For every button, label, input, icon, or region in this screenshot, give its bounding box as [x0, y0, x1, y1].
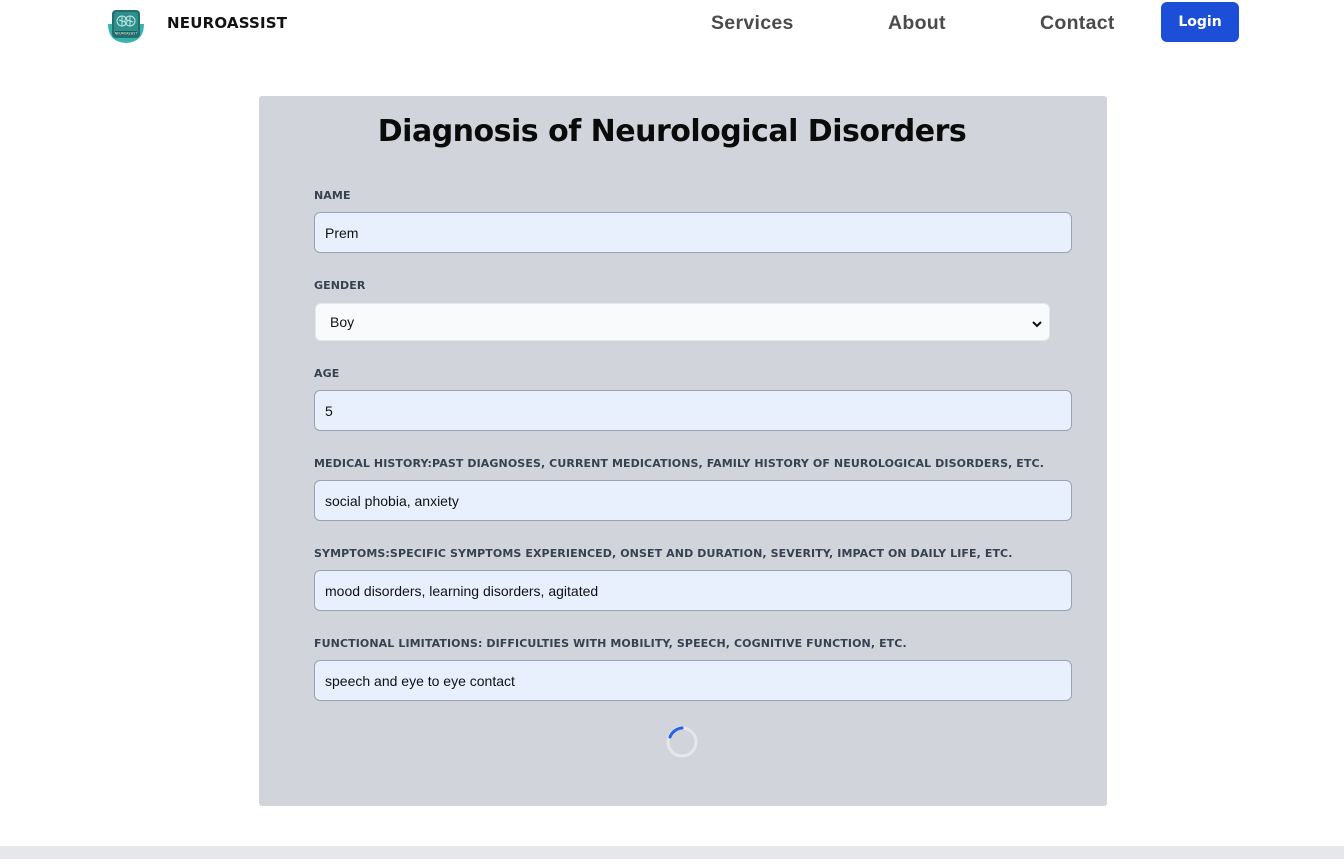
name-input[interactable] — [314, 212, 1072, 253]
form-title: Diagnosis of Neurological Disorders — [377, 114, 967, 149]
gender-selected-value: Boy — [330, 314, 355, 330]
navbar: NEUROASSIST NEUROASSIST Services About C… — [0, 0, 1344, 50]
symptoms-label: SYMPTOMS:SPECIFIC SYMPTOMS EXPERIENCED, … — [314, 547, 1013, 560]
functional-limitations-label: FUNCTIONAL LIMITATIONS: DIFFICULTIES WIT… — [314, 637, 907, 650]
symptoms-input[interactable] — [314, 570, 1072, 611]
login-button[interactable]: Login — [1161, 2, 1239, 42]
logo-text: NEUROASSIST — [115, 31, 138, 35]
footer-strip — [0, 846, 1344, 859]
functional-limitations-input[interactable] — [314, 660, 1072, 701]
spinner-icon — [666, 726, 698, 758]
nav-link-contact[interactable]: Contact — [1040, 12, 1115, 35]
gender-label: GENDER — [314, 279, 366, 292]
chevron-down-icon — [1031, 317, 1043, 329]
medical-history-label: MEDICAL HISTORY:PAST DIAGNOSES, CURRENT … — [314, 457, 1044, 470]
name-label: NAME — [314, 189, 351, 202]
age-label: AGE — [314, 367, 340, 380]
nav-link-services[interactable]: Services — [711, 12, 794, 35]
gender-select[interactable]: Boy — [315, 303, 1050, 341]
age-input[interactable] — [314, 390, 1072, 431]
brand-name[interactable]: NEUROASSIST — [167, 14, 287, 32]
brain-logo-icon[interactable]: NEUROASSIST — [106, 8, 146, 44]
medical-history-input[interactable] — [314, 480, 1072, 521]
nav-link-about[interactable]: About — [888, 12, 946, 35]
